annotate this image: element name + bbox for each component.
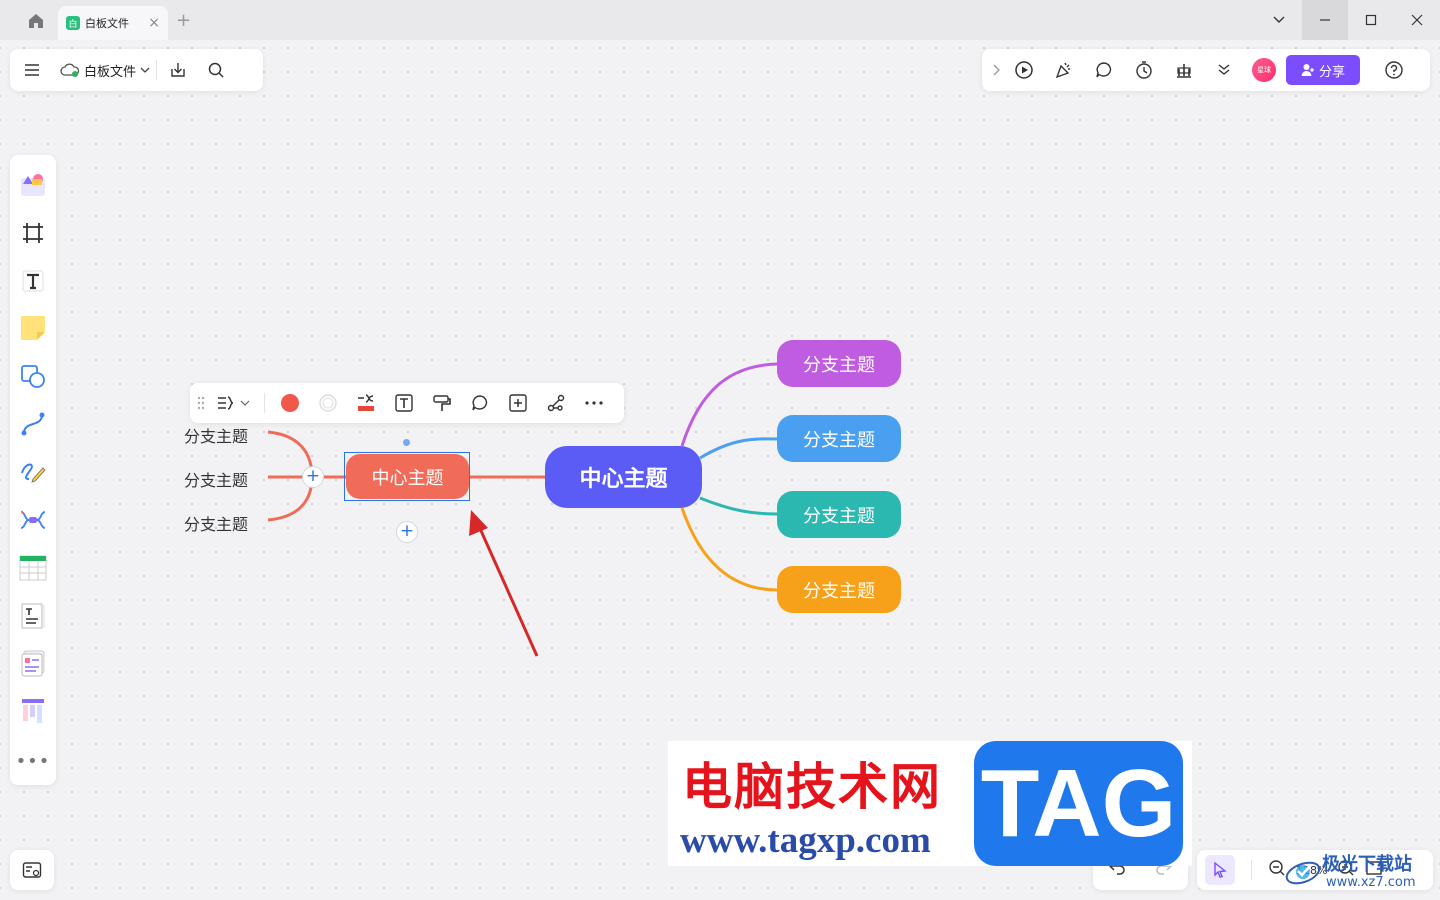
app-logo-icon: 白 (66, 16, 80, 30)
kanban-icon[interactable] (10, 687, 56, 735)
more-options-icon[interactable] (575, 388, 613, 418)
node-format-toolbar (190, 383, 624, 423)
table-icon[interactable] (10, 544, 56, 592)
close-window-button[interactable] (1394, 0, 1440, 40)
title-bar: 白 白板文件 × + (0, 0, 1440, 40)
celebrate-icon[interactable] (1044, 55, 1084, 85)
text-style-icon[interactable] (385, 388, 423, 418)
file-toolbar: 白板文件 (10, 49, 263, 91)
present-play-icon[interactable] (1004, 55, 1044, 85)
save-download-icon[interactable] (163, 55, 193, 85)
tab-label: 白板文件 (85, 17, 129, 30)
connector-orange (680, 507, 779, 592)
mindmap-icon[interactable] (10, 496, 56, 544)
add-subtopic-button[interactable]: + (396, 521, 418, 543)
tab-whiteboard-file[interactable]: 白 白板文件 × (58, 6, 168, 40)
structure-icon (218, 396, 234, 410)
selected-topic-node[interactable]: 中心主题 (346, 454, 469, 499)
connector-purple (680, 362, 779, 447)
avatar[interactable]: 星球 (1252, 58, 1276, 82)
divider (156, 60, 158, 80)
site2-url: www.xz7.com (1326, 875, 1416, 890)
file-name: 白板文件 (84, 64, 137, 80)
search-icon[interactable] (201, 55, 231, 85)
drag-handle-icon[interactable] (194, 388, 208, 418)
share-button[interactable]: 分享 (1286, 55, 1360, 85)
card-list-icon[interactable] (10, 639, 56, 687)
branch-topic-blue[interactable]: 分支主题 (777, 415, 901, 462)
watermark-site2: 极光下载站 www.xz7.com (1284, 848, 1434, 894)
site2-name: 极光下载站 (1322, 854, 1412, 875)
minimize-button[interactable] (1302, 0, 1348, 40)
add-user-icon (1301, 64, 1314, 76)
format-painter-icon[interactable] (423, 388, 461, 418)
more-tools-chevron-icon[interactable] (1204, 55, 1244, 85)
watermark-tag-logo: TAG (974, 741, 1183, 866)
canvas-overview-button[interactable] (10, 850, 54, 890)
line-color-icon[interactable] (347, 388, 385, 418)
resize-handle[interactable] (403, 439, 410, 446)
connector-blue (699, 437, 779, 460)
select-pointer-icon[interactable] (1205, 855, 1235, 885)
tab-list-chevron-icon[interactable] (1256, 0, 1302, 40)
node-comment-icon[interactable] (461, 388, 499, 418)
cloud-sync-icon (60, 63, 80, 77)
fill-color-icon[interactable] (271, 388, 309, 418)
collapse-toolbar-icon[interactable] (988, 55, 1004, 85)
border-color-icon[interactable] (309, 388, 347, 418)
maximize-button[interactable] (1348, 0, 1394, 40)
chevron-down-icon (140, 67, 150, 73)
watermark-url: www.tagxp.com (680, 820, 931, 861)
left-toolbar: ••• (10, 155, 56, 785)
pen-draw-icon[interactable] (10, 448, 56, 496)
home-icon[interactable] (22, 10, 50, 32)
templates-icon[interactable] (10, 161, 56, 209)
vote-icon[interactable] (1164, 55, 1204, 85)
site2-logo-icon (1285, 861, 1321, 885)
chevron-down-icon (240, 400, 250, 406)
layout-structure-dropdown[interactable] (208, 388, 258, 418)
timer-icon[interactable] (1124, 55, 1164, 85)
collab-toolbar: 星球 分享 (982, 49, 1430, 91)
file-name-dropdown[interactable]: 白板文件 (60, 55, 150, 85)
close-tab-icon[interactable]: × (148, 15, 160, 31)
sticky-note-icon[interactable] (10, 305, 56, 353)
left-subtopic-1[interactable]: 分支主题 (184, 423, 248, 447)
red-arrow-annotation (476, 523, 539, 657)
connector-teal (699, 496, 779, 516)
branch-topic-orange[interactable]: 分支主题 (777, 566, 901, 613)
shape-icon[interactable] (10, 352, 56, 400)
divider (264, 393, 265, 413)
left-subtopic-3[interactable]: 分支主题 (184, 511, 248, 535)
branch-topic-purple[interactable]: 分支主题 (777, 340, 901, 387)
connector-icon[interactable] (10, 400, 56, 448)
document-icon[interactable] (10, 592, 56, 640)
minimap-icon (22, 862, 42, 878)
divider (1251, 860, 1252, 880)
comment-icon[interactable] (1084, 55, 1124, 85)
watermark-banner: 电脑技术网 www.tagxp.com TAG (668, 741, 1192, 866)
text-tool-icon[interactable] (10, 257, 56, 305)
new-tab-icon[interactable]: + (176, 10, 191, 31)
central-topic-node[interactable]: 中心主题 (545, 446, 702, 508)
branch-topic-teal[interactable]: 分支主题 (777, 491, 901, 538)
help-icon[interactable] (1374, 55, 1414, 85)
red-arrowhead (469, 510, 488, 536)
relationship-icon[interactable] (537, 388, 575, 418)
collapse-expand-button[interactable]: + (302, 466, 324, 488)
share-label: 分享 (1318, 64, 1345, 80)
frame-icon[interactable] (10, 209, 56, 257)
left-subtopic-2[interactable]: 分支主题 (184, 467, 248, 491)
watermark-title: 电脑技术网 (682, 757, 942, 816)
insert-topic-icon[interactable] (499, 388, 537, 418)
more-icon[interactable]: ••• (10, 737, 56, 785)
menu-icon[interactable] (18, 55, 46, 85)
